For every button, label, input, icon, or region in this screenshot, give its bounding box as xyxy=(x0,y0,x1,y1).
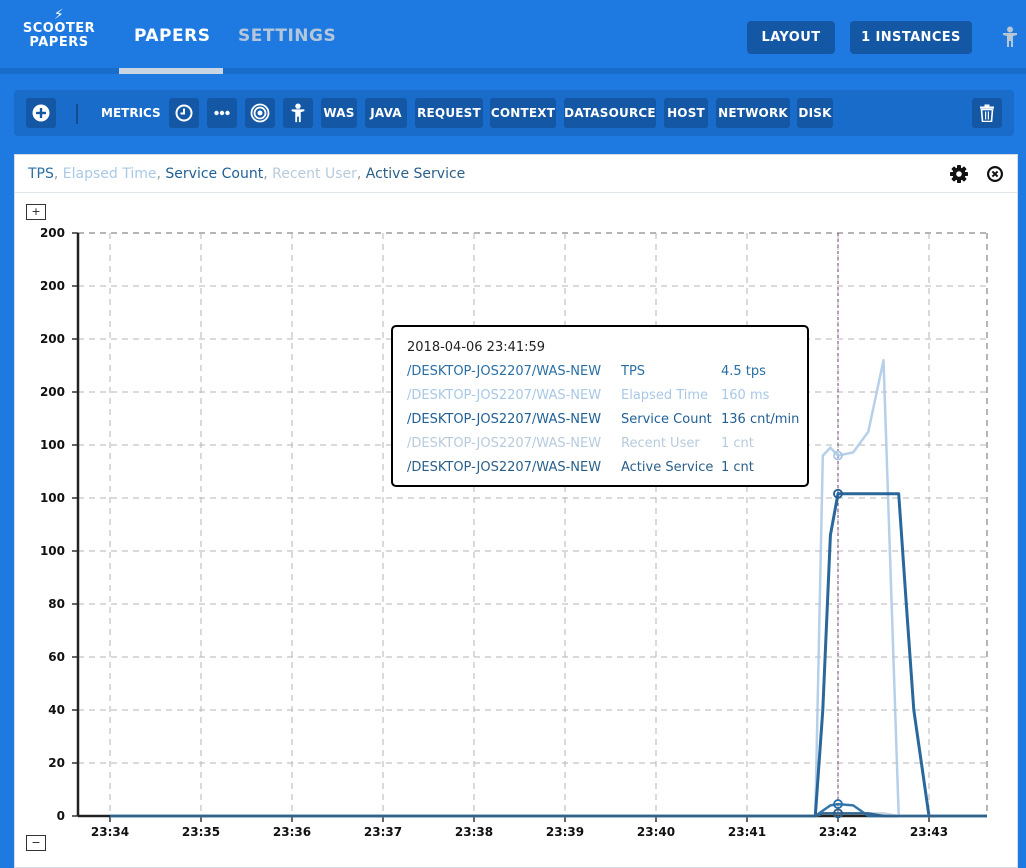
tooltip-source: /DESKTOP-JOS2207/WAS-NEW xyxy=(407,388,602,403)
tooltip-value: 4.5 tps xyxy=(721,364,766,379)
tooltip-source: /DESKTOP-JOS2207/WAS-NEW xyxy=(407,364,602,379)
x-tick-label: 23:42 xyxy=(819,825,857,839)
y-tick-label: 100 xyxy=(40,438,65,452)
more-button[interactable] xyxy=(207,98,237,128)
plus-circle-icon xyxy=(32,104,50,122)
zoom-in-button[interactable]: + xyxy=(26,204,46,220)
x-tick-label: 23:43 xyxy=(910,825,948,839)
person-icon[interactable] xyxy=(1002,26,1018,48)
y-tick-label: 200 xyxy=(40,279,65,293)
y-tick-label: 100 xyxy=(40,544,65,558)
tooltip-source: /DESKTOP-JOS2207/WAS-NEW xyxy=(407,460,602,475)
y-tick-label: 20 xyxy=(48,756,65,770)
nav-tab-papers[interactable]: PAPERS xyxy=(134,26,210,46)
line-chart[interactable]: 0 20 40 60 80 100 100 100 200 200 200 200 23:34 23:35… xyxy=(15,155,1017,867)
logo-line2: PAPERS xyxy=(29,35,89,50)
tooltip-metric: Service Count xyxy=(621,412,712,427)
metrics-label[interactable]: METRICS xyxy=(101,98,161,128)
y-tick-label: 0 xyxy=(57,809,65,823)
category-host[interactable]: HOST xyxy=(664,98,708,128)
tooltip-metric: Recent User xyxy=(621,436,700,451)
app-logo[interactable]: ⚡ SCOOTER PAPERS xyxy=(20,8,98,50)
x-tick-label: 23:41 xyxy=(728,825,766,839)
category-was[interactable]: WAS xyxy=(321,98,357,128)
nav-tab-settings[interactable]: SETTINGS xyxy=(238,26,336,46)
tooltip-value: 136 cnt/min xyxy=(721,412,800,427)
category-datasource[interactable]: DATASOURCE xyxy=(564,98,656,128)
tooltip-time: 2018-04-06 23:41:59 xyxy=(407,340,546,355)
x-tick-label: 23:36 xyxy=(273,825,311,839)
tooltip-metric: Elapsed Time xyxy=(621,388,709,403)
layout-button[interactable]: LAYOUT xyxy=(747,21,835,54)
x-tick-label: 23:34 xyxy=(91,825,129,839)
ellipsis-icon xyxy=(214,110,230,116)
person-icon xyxy=(291,103,305,123)
x-tick-label: 23:40 xyxy=(637,825,675,839)
logo-line1: SCOOTER xyxy=(22,21,96,36)
tooltip-source: /DESKTOP-JOS2207/WAS-NEW xyxy=(407,436,602,451)
tooltip-value: 160 ms xyxy=(721,388,770,403)
target-icon xyxy=(250,103,270,123)
add-metric-button[interactable] xyxy=(26,98,56,128)
nav-active-indicator xyxy=(119,68,223,74)
tooltip-value: 1 cnt xyxy=(721,460,754,475)
y-tick-label: 200 xyxy=(40,385,65,399)
tooltip-metric: Active Service xyxy=(621,460,714,475)
category-request[interactable]: REQUEST xyxy=(415,98,483,128)
clock-button[interactable] xyxy=(169,98,199,128)
zoom-out-button[interactable]: − xyxy=(26,835,46,851)
tooltip-metric: TPS xyxy=(621,364,646,379)
category-java[interactable]: JAVA xyxy=(365,98,407,128)
delete-button[interactable] xyxy=(972,98,1002,128)
bolt-icon: ⚡ xyxy=(53,7,65,23)
target-button[interactable] xyxy=(245,98,275,128)
toolbar-separator xyxy=(76,104,78,124)
category-network[interactable]: NETWORK xyxy=(716,98,790,128)
person-button[interactable] xyxy=(283,98,313,128)
tooltip-source: /DESKTOP-JOS2207/WAS-NEW xyxy=(407,412,602,427)
series-line xyxy=(110,492,987,818)
clock-icon xyxy=(175,104,193,122)
x-tick-label: 23:35 xyxy=(182,825,220,839)
x-tick-label: 23:37 xyxy=(364,825,402,839)
x-tick-label: 23:39 xyxy=(546,825,584,839)
tooltip-value: 1 cnt xyxy=(721,436,754,451)
chart-tooltip: 2018-04-06 23:41:59 /DESKTOP-JOS2207/WAS… xyxy=(391,325,809,487)
y-tick-label: 80 xyxy=(48,597,65,611)
metrics-toolbar: METRICS WAS JAVA REQUEST CONTEXT DATASOU… xyxy=(14,90,1014,136)
instances-button[interactable]: 1 INSTANCES xyxy=(850,21,972,54)
y-tick-label: 60 xyxy=(48,650,65,664)
top-bar: ⚡ SCOOTER PAPERS PAPERS SETTINGS LAYOUT … xyxy=(0,0,1026,68)
y-tick-label: 100 xyxy=(40,491,65,505)
y-tick-label: 200 xyxy=(40,226,65,240)
category-disk[interactable]: DISK xyxy=(797,98,833,128)
y-tick-label: 40 xyxy=(48,703,65,717)
chart-panel: TPS, Elapsed Time, Service Count, Recent… xyxy=(14,154,1018,868)
trash-icon xyxy=(980,104,994,122)
x-tick-label: 23:38 xyxy=(455,825,493,839)
category-context[interactable]: CONTEXT xyxy=(490,98,556,128)
y-tick-label: 200 xyxy=(40,332,65,346)
